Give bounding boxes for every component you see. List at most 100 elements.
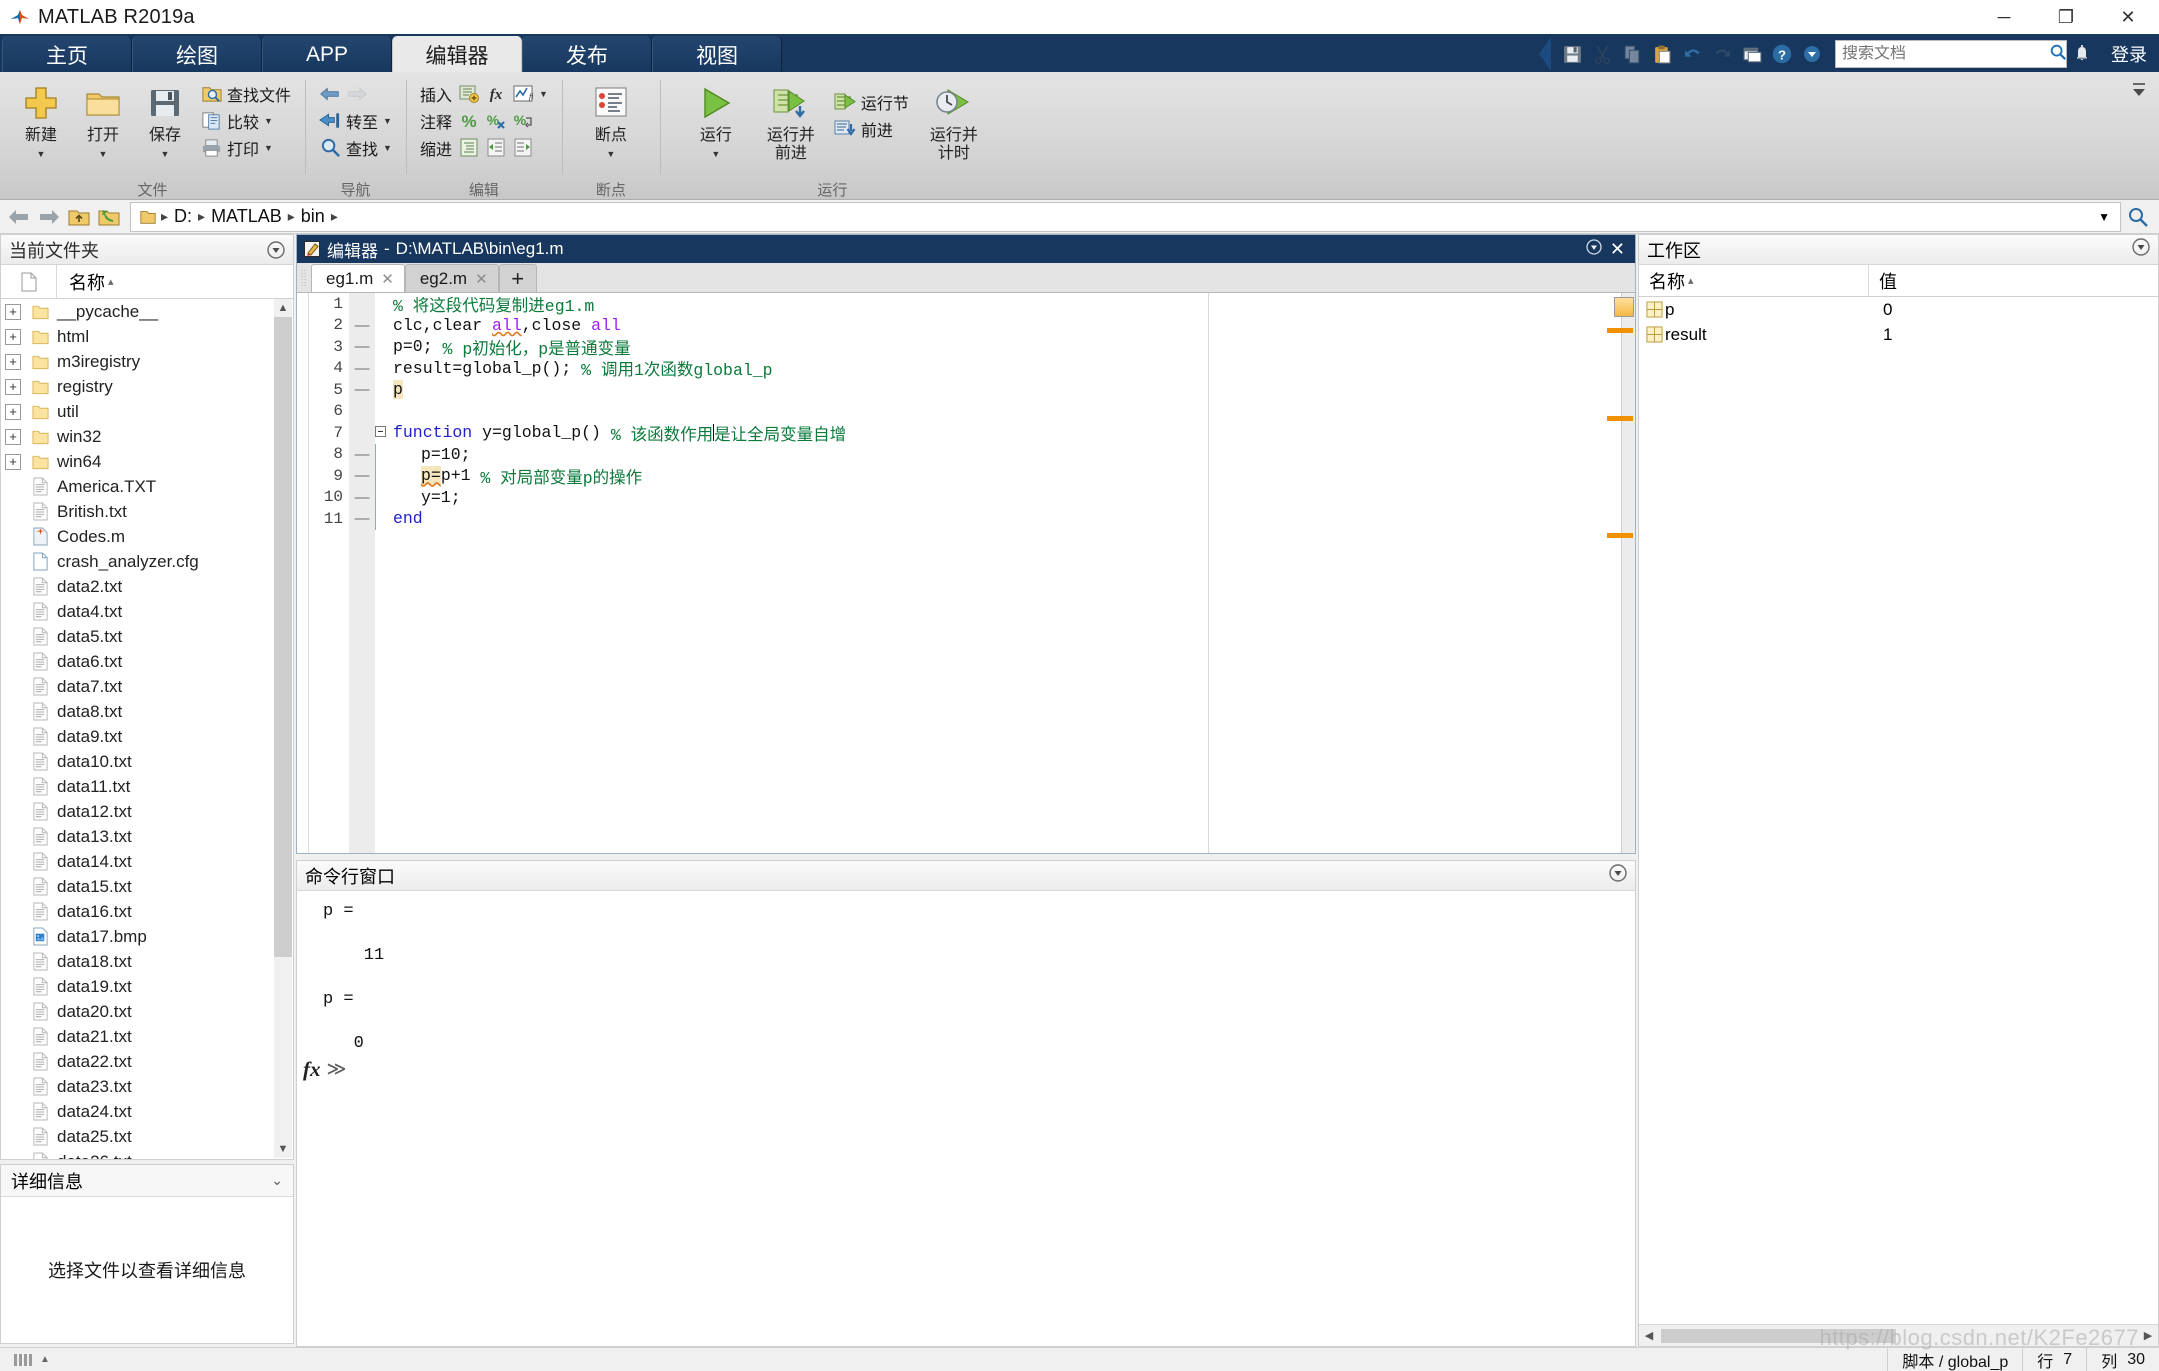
file-list-item[interactable]: data10.txt bbox=[1, 749, 293, 774]
advance-button[interactable]: 前进 bbox=[830, 115, 913, 142]
copy-icon[interactable] bbox=[1617, 39, 1647, 69]
breadcrumb-item-bin[interactable]: bin bbox=[299, 206, 327, 227]
file-list-item[interactable]: data9.txt bbox=[1, 724, 293, 749]
editor-code-line[interactable]: result=global_p(); % 调用1次函数global_p bbox=[375, 358, 1621, 380]
open-button-menu-caret[interactable]: ▼ bbox=[99, 149, 108, 159]
file-list-item[interactable]: +util bbox=[1, 399, 293, 424]
file-list-item[interactable]: data26.txt bbox=[1, 1149, 293, 1159]
analyzer-warning-mark[interactable] bbox=[1607, 416, 1633, 421]
find-files-button[interactable]: 查找文件 bbox=[196, 80, 295, 107]
insert-section-icon[interactable] bbox=[458, 83, 480, 105]
chevron-down-icon[interactable]: ⌄ bbox=[271, 1172, 283, 1189]
insert-menu-caret[interactable]: ▼ bbox=[539, 89, 548, 99]
run-and-time-button[interactable]: 运行并 计时 bbox=[913, 78, 995, 162]
scrollbar-thumb[interactable] bbox=[274, 317, 292, 957]
file-list-item[interactable]: data5.txt bbox=[1, 624, 293, 649]
ribbon-tab-apps[interactable]: APP bbox=[262, 36, 392, 74]
editor-code-line[interactable]: y=1; bbox=[375, 487, 1621, 509]
file-list-item[interactable]: Codes.m bbox=[1, 524, 293, 549]
run-menu-caret[interactable]: ▼ bbox=[711, 149, 720, 159]
file-list-item[interactable]: data21.txt bbox=[1, 1024, 293, 1049]
name-column-header[interactable]: 名称 ▴ bbox=[57, 269, 293, 295]
command-window-output[interactable]: p = 11 p = 0 fx ≫ bbox=[297, 892, 1635, 1346]
insert-fi-icon[interactable]: fi bbox=[512, 83, 534, 105]
save-button[interactable]: 保存 ▼ bbox=[134, 78, 196, 159]
run-button[interactable]: 运行 ▼ bbox=[680, 78, 752, 159]
editor-code-area[interactable]: % 将这段代码复制进eg1.mclc,clear all,close allp=… bbox=[375, 293, 1621, 853]
run-and-advance-button[interactable]: 运行并 前进 bbox=[752, 78, 830, 162]
breakpoint-slot[interactable]: — bbox=[349, 465, 375, 487]
code-fold-toggle-icon[interactable] bbox=[375, 423, 393, 442]
comment-icon[interactable]: % bbox=[458, 110, 480, 132]
undock-icon[interactable] bbox=[1586, 239, 1602, 260]
file-list-item[interactable]: data13.txt bbox=[1, 824, 293, 849]
save-icon[interactable] bbox=[1557, 39, 1587, 69]
new-tab-button[interactable]: + bbox=[499, 264, 537, 292]
breakpoint-slot[interactable]: — bbox=[349, 358, 375, 380]
file-list-item[interactable]: +html bbox=[1, 324, 293, 349]
uncomment-icon[interactable]: % bbox=[485, 110, 507, 132]
resize-grip-icon[interactable] bbox=[0, 1354, 40, 1366]
breakpoint-slot[interactable]: — bbox=[349, 379, 375, 401]
qat-dropdown-icon[interactable] bbox=[1797, 39, 1827, 69]
back-forward-buttons[interactable] bbox=[315, 80, 396, 107]
close-button[interactable]: ✕ bbox=[2097, 0, 2159, 34]
workspace-name-column[interactable]: 名称 ▴ bbox=[1639, 265, 1869, 296]
search-input[interactable] bbox=[1842, 45, 2049, 63]
editor-code-line[interactable]: p=0; % p初始化，p是普通变量 bbox=[375, 336, 1621, 358]
folder-search-icon[interactable] bbox=[2123, 202, 2153, 232]
scroll-left-arrow-icon[interactable]: ◀ bbox=[1639, 1329, 1659, 1342]
file-list-item[interactable]: +win64 bbox=[1, 449, 293, 474]
open-button[interactable]: 打开 ▼ bbox=[72, 78, 134, 159]
file-list-item[interactable]: data8.txt bbox=[1, 699, 293, 724]
editor-tab-eg1[interactable]: eg1.m ✕ bbox=[311, 264, 405, 292]
workspace-variable-row[interactable]: result1 bbox=[1639, 322, 2158, 347]
expand-toggle-icon[interactable]: + bbox=[5, 304, 21, 320]
up-folder-icon[interactable] bbox=[64, 202, 94, 232]
file-list-item[interactable]: data23.txt bbox=[1, 1074, 293, 1099]
insert-function-icon[interactable]: fx bbox=[485, 83, 507, 105]
workspace-value-column[interactable]: 值 bbox=[1869, 265, 2158, 296]
bell-icon[interactable] bbox=[2067, 39, 2097, 69]
panel-menu-icon[interactable] bbox=[1609, 864, 1627, 887]
switch-window-icon[interactable] bbox=[1737, 39, 1767, 69]
breakpoint-slot[interactable] bbox=[349, 293, 375, 315]
editor-code-line[interactable]: p=10; bbox=[375, 444, 1621, 466]
scrollbar-thumb[interactable] bbox=[1661, 1329, 1896, 1343]
expand-toggle-icon[interactable]: + bbox=[5, 429, 21, 445]
breakpoints-menu-caret[interactable]: ▼ bbox=[606, 149, 615, 159]
find-menu-caret[interactable]: ▼ bbox=[383, 143, 392, 153]
breadcrumb-item-matlab[interactable]: MATLAB bbox=[209, 206, 284, 227]
file-list-item[interactable]: British.txt bbox=[1, 499, 293, 524]
editor-code-line[interactable]: p bbox=[375, 379, 1621, 401]
file-list-item[interactable]: +registry bbox=[1, 374, 293, 399]
compare-button[interactable]: 比较 ▼ bbox=[196, 107, 295, 134]
expand-toggle-icon[interactable]: + bbox=[5, 354, 21, 370]
file-list-item[interactable]: data12.txt bbox=[1, 799, 293, 824]
expand-toggle-icon[interactable]: + bbox=[5, 404, 21, 420]
run-section-button[interactable]: 运行节 bbox=[830, 88, 913, 115]
code-analyzer-ok-box[interactable] bbox=[1614, 297, 1634, 317]
back-arrow-icon[interactable] bbox=[4, 202, 34, 232]
cut-icon[interactable] bbox=[1587, 39, 1617, 69]
breakpoint-slot[interactable]: — bbox=[349, 487, 375, 509]
breakpoints-button[interactable]: 断点 ▼ bbox=[580, 78, 642, 159]
editor-code-line[interactable] bbox=[375, 401, 1621, 423]
editor-code-line[interactable]: % 将这段代码复制进eg1.m bbox=[375, 293, 1621, 315]
editor-breakpoint-column[interactable]: ———————— bbox=[349, 293, 375, 853]
new-button[interactable]: 新建 ▼ bbox=[10, 78, 72, 159]
file-list-item[interactable]: data24.txt bbox=[1, 1099, 293, 1124]
help-icon[interactable]: ? bbox=[1767, 39, 1797, 69]
expand-toggle-icon[interactable]: + bbox=[5, 329, 21, 345]
file-list-item[interactable]: data7.txt bbox=[1, 674, 293, 699]
scroll-up-arrow-icon[interactable]: ▲ bbox=[274, 299, 292, 317]
browse-folder-icon[interactable] bbox=[94, 202, 124, 232]
analyzer-warning-mark[interactable] bbox=[1607, 328, 1633, 333]
file-list-item[interactable]: data16.txt bbox=[1, 899, 293, 924]
breadcrumb-dropdown-icon[interactable]: ▼ bbox=[2088, 210, 2120, 224]
maximize-button[interactable]: ❐ bbox=[2035, 0, 2097, 34]
editor-analyzer-marker-bar[interactable] bbox=[1621, 293, 1635, 853]
new-button-menu-caret[interactable]: ▼ bbox=[37, 149, 46, 159]
file-list-item[interactable]: data14.txt bbox=[1, 849, 293, 874]
wrap-comment-icon[interactable]: % bbox=[512, 110, 534, 132]
